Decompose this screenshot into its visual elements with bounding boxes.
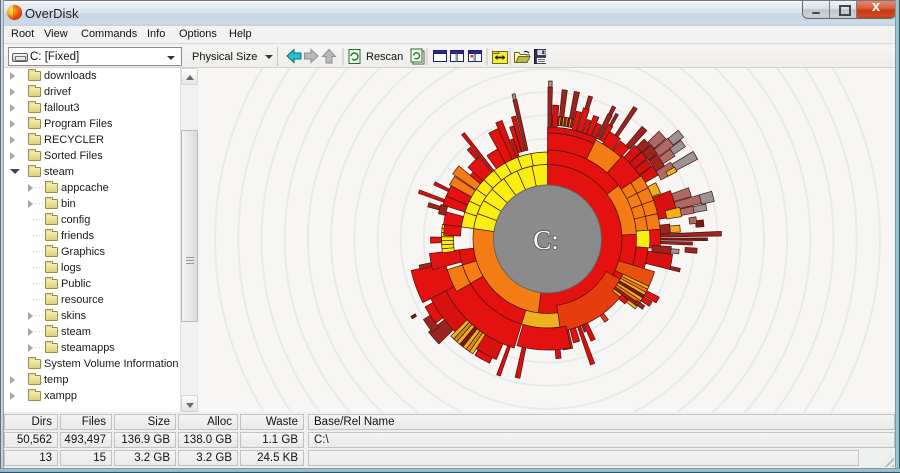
svg-text:C:: C:: [533, 225, 559, 255]
